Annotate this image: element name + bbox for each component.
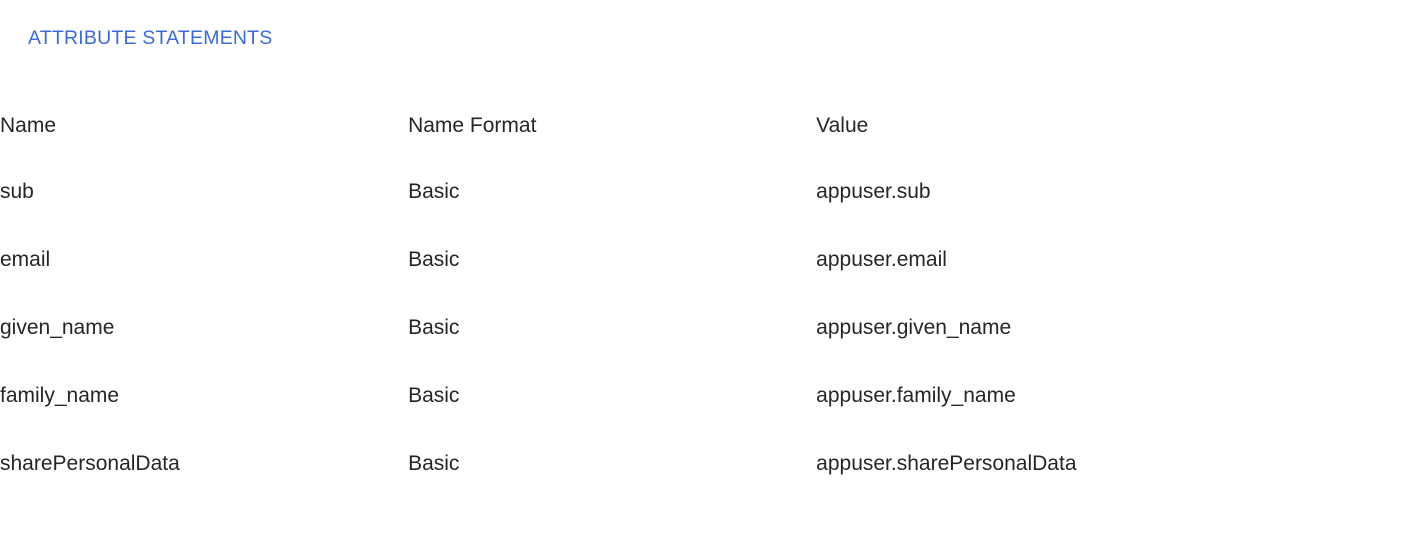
attribute-statements-panel: ATTRIBUTE STATEMENTS Name Name Format Va… bbox=[0, 0, 1412, 540]
table-row: sub Basic appuser.sub bbox=[0, 158, 1412, 226]
heading-spacer bbox=[0, 0, 1412, 94]
table-body: sub Basic appuser.sub email Basic appuse… bbox=[0, 158, 1412, 498]
cell-name: email bbox=[0, 248, 51, 271]
cell-value: appuser.given_name bbox=[816, 316, 1012, 339]
table-column-header-row: Name Name Format Value bbox=[0, 94, 1412, 158]
cell-name-format: Basic bbox=[408, 384, 460, 407]
table-header: Name Name Format Value bbox=[0, 0, 1412, 158]
column-header-name-format: Name Format bbox=[408, 114, 537, 137]
column-header-name: Name bbox=[0, 114, 57, 137]
cell-name-format: Basic bbox=[408, 248, 460, 271]
cell-value: appuser.email bbox=[816, 248, 947, 271]
table-row: family_name Basic appuser.family_name bbox=[0, 362, 1412, 430]
table-row: email Basic appuser.email bbox=[0, 226, 1412, 294]
cell-name-format: Basic bbox=[408, 316, 460, 339]
cell-value: appuser.sub bbox=[816, 180, 931, 203]
cell-name: family_name bbox=[0, 384, 120, 407]
cell-name: sharePersonalData bbox=[0, 452, 180, 475]
column-header-value: Value bbox=[816, 114, 869, 137]
table-header-row bbox=[0, 0, 1412, 94]
cell-name-format: Basic bbox=[408, 452, 460, 475]
cell-value: appuser.sharePersonalData bbox=[816, 452, 1077, 475]
table-row: given_name Basic appuser.given_name bbox=[0, 294, 1412, 362]
attribute-statements-table: Name Name Format Value sub Basic appuser… bbox=[0, 0, 1412, 498]
table-row: sharePersonalData Basic appuser.sharePer… bbox=[0, 430, 1412, 498]
cell-name: sub bbox=[0, 180, 34, 203]
cell-value: appuser.family_name bbox=[816, 384, 1016, 407]
cell-name-format: Basic bbox=[408, 180, 460, 203]
cell-name: given_name bbox=[0, 316, 115, 339]
